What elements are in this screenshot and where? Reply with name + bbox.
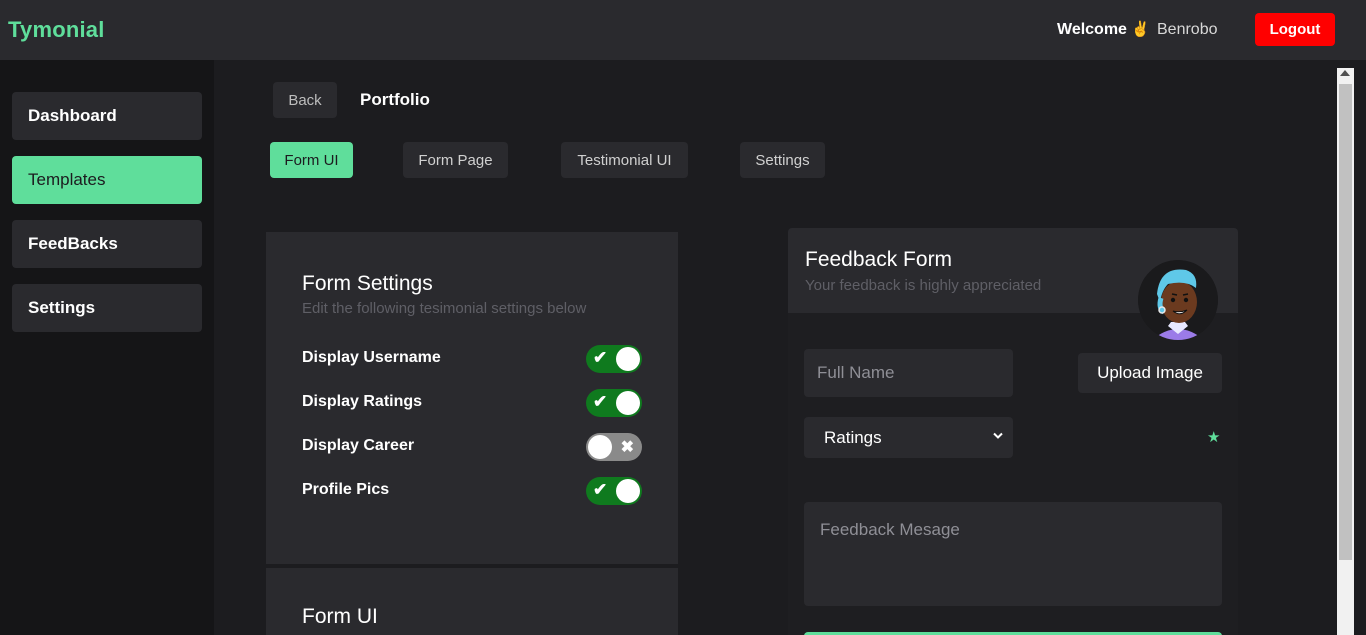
check-icon: ✔ (593, 392, 608, 411)
full-name-input[interactable]: Full Name (804, 349, 1013, 397)
toggle-knob (616, 347, 640, 371)
ratings-select-value: Ratings (824, 427, 882, 447)
tab-form-ui[interactable]: Form UI (270, 142, 353, 178)
username: Benrobo (1157, 21, 1218, 38)
toggle-knob (588, 435, 612, 459)
page-title: Portfolio (360, 90, 430, 109)
chevron-down-icon (993, 429, 1003, 443)
sidebar-item-templates[interactable]: Templates (12, 156, 202, 204)
ratings-select[interactable]: Ratings (804, 417, 1013, 458)
form-settings-title: Form Settings (302, 272, 433, 295)
logout-button[interactable]: Logout (1255, 13, 1335, 46)
form-settings-subtitle: Edit the following tesimonial settings b… (302, 300, 587, 317)
display-username-toggle[interactable]: ✔ (586, 345, 642, 373)
sidebar (0, 60, 214, 635)
feedback-form-title: Feedback Form (805, 248, 953, 271)
x-icon: ✖ (620, 439, 634, 456)
victory-hand-icon: ✌ (1131, 21, 1150, 38)
tab-testimonial-ui[interactable]: Testimonial UI (561, 142, 688, 178)
brand-logo[interactable]: Tymonial (8, 17, 105, 43)
tab-form-page[interactable]: Form Page (403, 142, 508, 178)
feedback-form-subtitle: Your feedback is highly appreciated (805, 277, 1042, 294)
scroll-up-arrow-icon[interactable] (1340, 70, 1350, 76)
sidebar-item-dashboard[interactable]: Dashboard (12, 92, 202, 140)
toggle-label-profile-pics: Profile Pics (302, 481, 390, 498)
star-icon[interactable]: ★ (1207, 428, 1220, 446)
toggle-label-display-ratings: Display Ratings (302, 393, 423, 410)
toggle-knob (616, 479, 640, 503)
sidebar-item-feedbacks[interactable]: FeedBacks (12, 220, 202, 268)
upload-image-button[interactable]: Upload Image (1078, 353, 1222, 393)
sidebar-item-settings[interactable]: Settings (12, 284, 202, 332)
toggle-label-display-career: Display Career (302, 437, 415, 454)
form-ui-title: Form UI (302, 605, 378, 628)
display-ratings-toggle[interactable]: ✔ (586, 389, 642, 417)
avatar-illustration (1138, 260, 1218, 340)
feedback-message-textarea[interactable]: Feedback Mesage (804, 502, 1222, 606)
toggle-knob (616, 391, 640, 415)
tab-settings[interactable]: Settings (740, 142, 825, 178)
toggle-label-display-username: Display Username (302, 349, 441, 366)
profile-pics-toggle[interactable]: ✔ (586, 477, 642, 505)
back-button[interactable]: Back (273, 82, 337, 118)
check-icon: ✔ (593, 480, 608, 499)
display-career-toggle[interactable]: ✖ (586, 433, 642, 461)
welcome-text: Welcome (1057, 21, 1127, 38)
check-icon: ✔ (593, 348, 608, 367)
scrollbar-thumb[interactable] (1339, 84, 1352, 560)
avatar (1138, 260, 1218, 340)
